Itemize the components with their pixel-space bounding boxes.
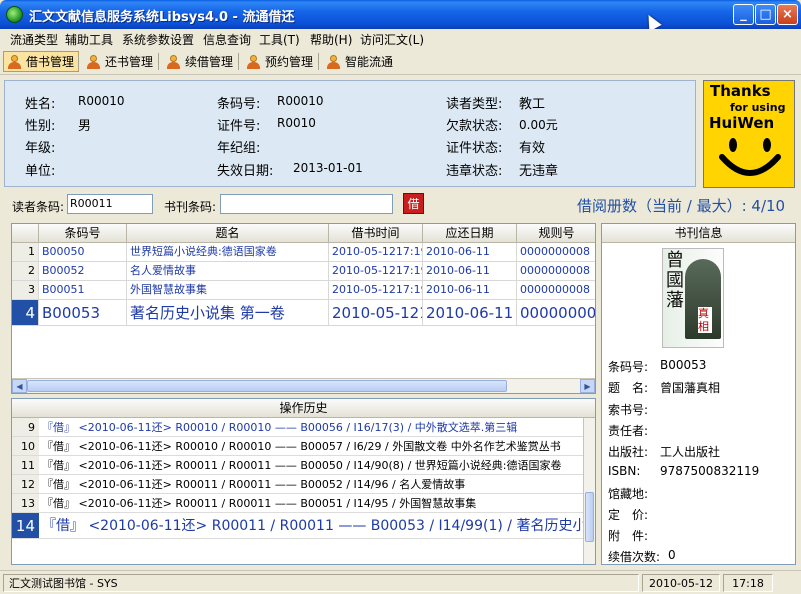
thanks-line2: for using (730, 101, 786, 114)
book-title-value: 曾国藩真相 (660, 381, 721, 395)
app-logo-icon (6, 6, 23, 23)
minimize-button[interactable]: _ (733, 4, 754, 25)
history-vertical-scrollbar[interactable] (583, 418, 595, 564)
reader-expiry-value: 2013-01-01 (293, 161, 363, 175)
thanks-banner: Thanks for using HuiWen (703, 80, 795, 188)
menu-info-query[interactable]: 信息查询 (203, 31, 251, 48)
window-title: 汇文文献信息服务系统Libsys4.0 - 流通借还 (29, 10, 295, 25)
cover-subtitle: 真相 (698, 307, 712, 333)
menu-visit-huiwen[interactable]: 访问汇文(L) (360, 31, 424, 48)
book-cover-image: 曾國藩 真相 (662, 248, 724, 348)
reader-name-value: R00010 (78, 94, 125, 108)
reader-cert-value: R0010 (277, 116, 316, 130)
history-header: 操作历史 (12, 399, 595, 418)
thanks-line1: Thanks (710, 82, 771, 100)
reader-gender-value: 男 (78, 119, 92, 134)
operation-history-panel: 操作历史 9 『借』 <2010-06-11还> R00010 / R00010… (11, 398, 596, 565)
close-button[interactable]: × (777, 4, 798, 25)
cover-title: 曾國藩 (666, 250, 684, 311)
status-date: 2010-05-12 (642, 574, 720, 592)
reader-barcode-input-label: 读者条码: (12, 200, 65, 214)
col-header-barcode[interactable]: 条码号 (39, 224, 127, 243)
user-icon (166, 55, 181, 69)
reader-unit-label: 单位: (25, 164, 56, 179)
reader-violation-label: 违章状态: (446, 164, 503, 179)
scroll-left-icon[interactable]: ◀ (12, 379, 27, 393)
toolbar: 借书管理 还书管理 续借管理 预约管理 智能流通 (0, 49, 801, 75)
reader-info-panel: 姓名: R00010 条码号: R00010 读者类型: 教工 性别: 男 证件… (4, 80, 696, 187)
book-renew-label: 续借次数: (608, 550, 661, 564)
book-attach-label: 附 件: (608, 529, 649, 543)
reader-cert-status-label: 证件状态: (446, 141, 503, 156)
reader-cert-label: 证件号: (217, 119, 261, 134)
loan-grid-horizontal-scrollbar[interactable]: ◀ ▶ (12, 378, 595, 393)
book-barcode-value: B00053 (660, 358, 707, 372)
menu-circulation-type[interactable]: 流通类型 (10, 31, 58, 48)
tab-return-management[interactable]: 还书管理 (82, 51, 158, 72)
status-bar: 汇文测试图书馆 - SYS 2010-05-12 17:18 (0, 570, 801, 594)
status-time: 17:18 (723, 574, 773, 592)
reader-grade-label: 年级: (25, 141, 56, 156)
book-publisher-value: 工人出版社 (660, 445, 721, 459)
book-location-label: 馆藏地: (608, 487, 649, 501)
book-callno-label: 索书号: (608, 403, 649, 417)
tab-renew-management[interactable]: 续借管理 (162, 51, 238, 72)
book-renew-value: 0 (668, 548, 676, 562)
main-window: 汇文文献信息服务系统Libsys4.0 - 流通借还 _ □ × 流通类型 辅助… (0, 0, 801, 594)
reader-arrears-value: 0.00元 (519, 118, 558, 132)
book-price-label: 定 价: (608, 508, 649, 522)
tab-reservation-management[interactable]: 预约管理 (242, 51, 318, 72)
reader-barcode-input[interactable]: R00011 (67, 194, 153, 214)
barcode-input-row: 读者条码: R00011 书刊条码: 借 借阅册数（当前 / 最大）: 4/10 (0, 190, 801, 220)
book-isbn-value: 9787500832119 (660, 464, 760, 478)
loan-grid: 条码号 题名 借书时间 应还日期 规则号 1 B00050 世界短篇小说经典:德… (11, 223, 596, 394)
book-barcode-label: 条码号: (608, 360, 649, 374)
reader-violation-value: 无违章 (519, 164, 559, 179)
scroll-right-icon[interactable]: ▶ (580, 379, 595, 393)
reader-barcode-value: R00010 (277, 94, 324, 108)
grid-corner (12, 224, 39, 243)
book-barcode-input[interactable] (220, 194, 393, 214)
menu-system-params[interactable]: 系统参数设置 (122, 31, 194, 48)
tab-borrow-management[interactable]: 借书管理 (3, 51, 80, 72)
col-header-due-date[interactable]: 应还日期 (423, 224, 517, 243)
borrow-button[interactable]: 借 (403, 193, 424, 214)
book-publisher-label: 出版社: (608, 445, 649, 459)
user-icon (326, 55, 341, 69)
tab-smart-circulation[interactable]: 智能流通 (322, 51, 398, 72)
thanks-line3: HuiWen (709, 114, 775, 132)
user-icon (86, 55, 101, 69)
menu-help[interactable]: 帮助(H) (310, 31, 352, 48)
smiley-icon (719, 138, 781, 176)
reader-expiry-label: 失效日期: (217, 164, 274, 179)
menu-bar: 流通类型 辅助工具 系统参数设置 信息查询 工具(T) 帮助(H) 访问汇文(L… (0, 29, 801, 49)
book-author-label: 责任者: (608, 424, 649, 438)
book-isbn-label: ISBN: (608, 464, 641, 478)
menu-aux-tools[interactable]: 辅助工具 (65, 31, 113, 48)
title-bar[interactable]: 汇文文献信息服务系统Libsys4.0 - 流通借还 _ □ × (0, 0, 801, 32)
user-icon (7, 55, 22, 69)
col-header-rule[interactable]: 规则号 (517, 224, 595, 243)
col-header-borrow-time[interactable]: 借书时间 (329, 224, 423, 243)
user-icon (246, 55, 261, 69)
status-library: 汇文测试图书馆 - SYS (3, 574, 639, 592)
reader-cert-status-value: 有效 (519, 141, 546, 156)
book-info-header: 书刊信息 (602, 224, 795, 243)
reader-arrears-label: 欠款状态: (446, 119, 503, 134)
scroll-thumb[interactable] (27, 380, 507, 392)
reader-barcode-label: 条码号: (217, 97, 261, 112)
reader-type-value: 教工 (519, 97, 546, 112)
borrow-count-label: 借阅册数（当前 / 最大）: 4/10 (577, 197, 786, 215)
maximize-button[interactable]: □ (755, 4, 776, 25)
reader-type-label: 读者类型: (446, 97, 503, 112)
menu-tools[interactable]: 工具(T) (259, 31, 300, 48)
book-title-label: 题 名: (608, 381, 649, 395)
col-header-title[interactable]: 题名 (127, 224, 329, 243)
book-barcode-input-label: 书刊条码: (164, 200, 217, 214)
scroll-thumb[interactable] (585, 492, 594, 542)
reader-gender-label: 性别: (25, 119, 56, 134)
book-info-panel: 书刊信息 曾國藩 真相 条码号: B00053 题 名: 曾国藩真相 索书号: … (601, 223, 796, 565)
reader-class-label: 年纪组: (217, 141, 261, 156)
reader-name-label: 姓名: (25, 97, 56, 112)
